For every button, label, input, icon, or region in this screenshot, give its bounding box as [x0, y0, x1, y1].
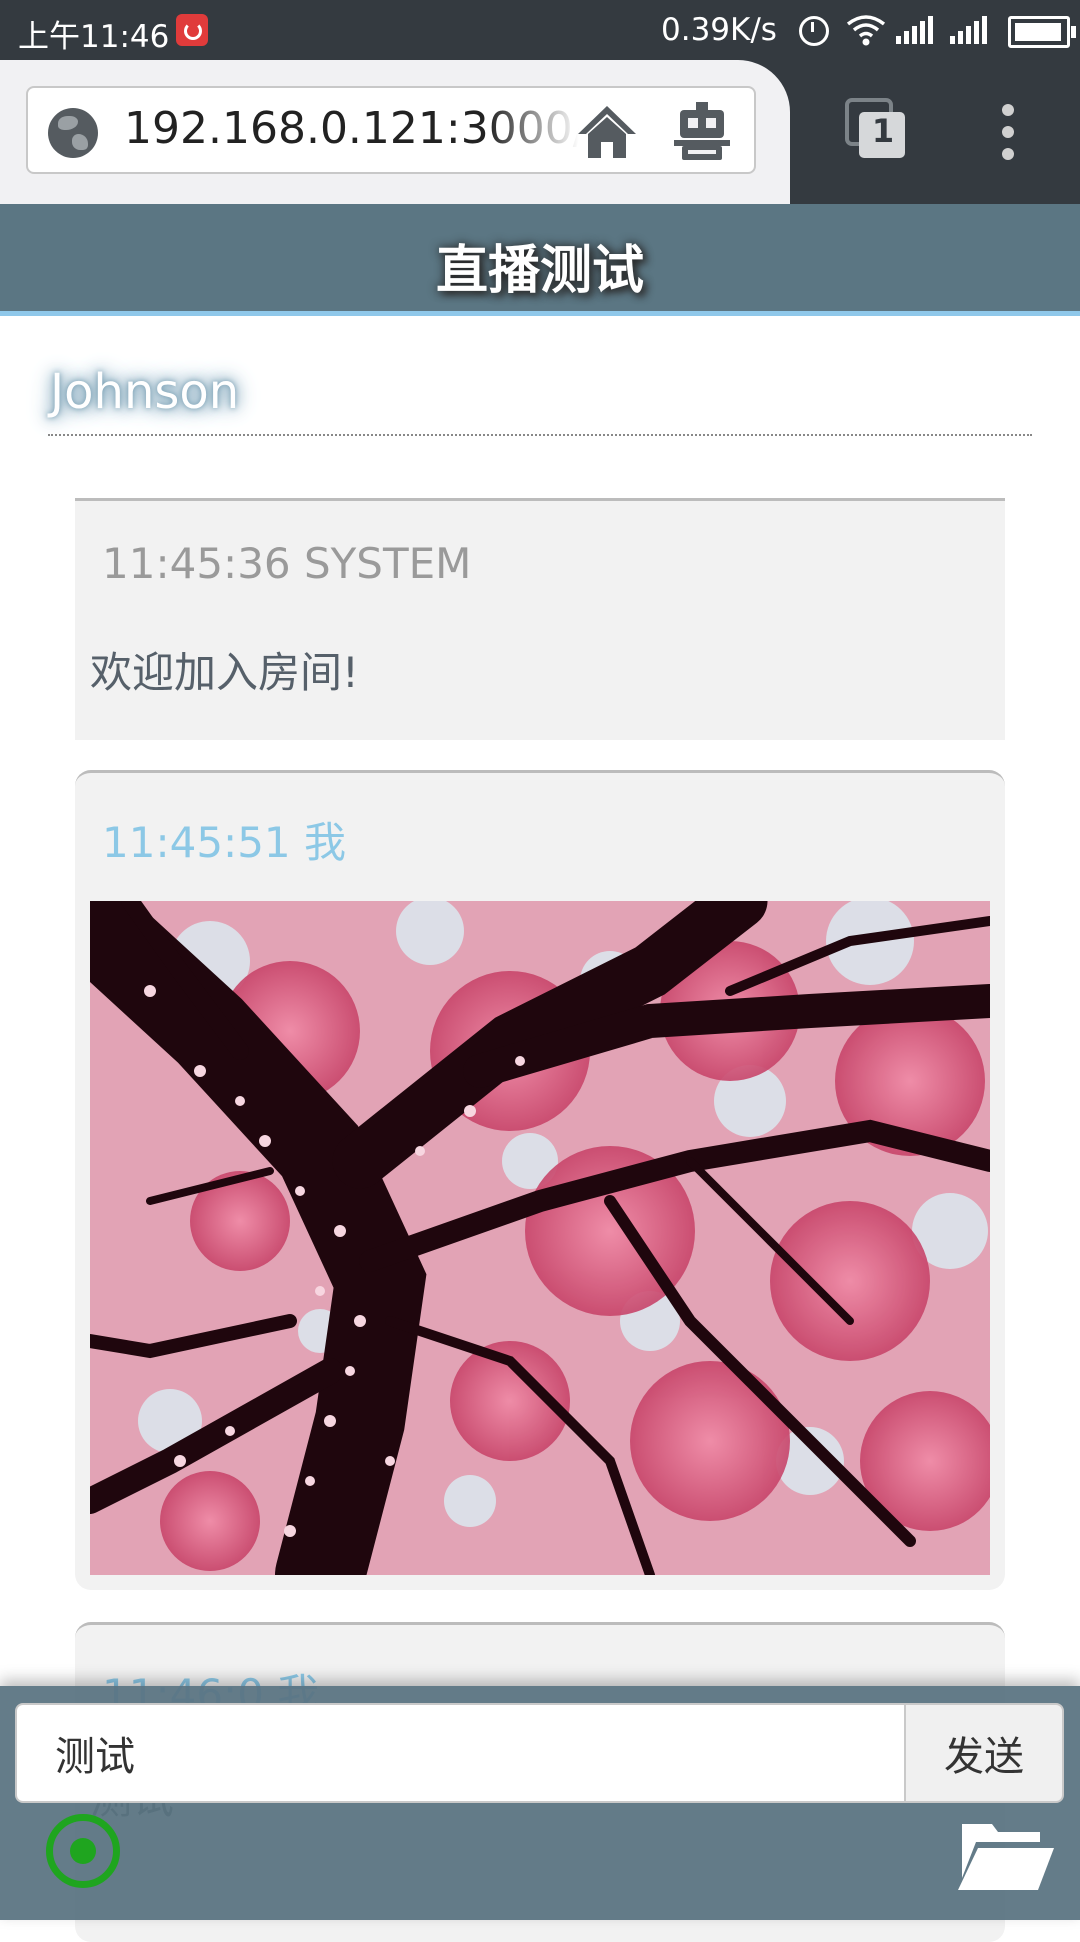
chat-input-bar: 发送 — [0, 1686, 1080, 1920]
record-icon[interactable] — [46, 1814, 120, 1888]
status-time: 上午11:46 — [18, 19, 170, 55]
battery-icon — [1008, 16, 1076, 48]
message-meta: 11:45:51 我 — [102, 818, 346, 867]
page-header: 直播测试 — [0, 204, 1080, 316]
netease-music-icon — [176, 14, 208, 46]
signal-icon — [896, 14, 938, 44]
alarm-icon — [799, 16, 829, 46]
message-meta: 11:45:36 SYSTEM — [102, 539, 472, 588]
message-input[interactable] — [15, 1703, 905, 1803]
status-bar: 上午11:46 0.39K/s — [0, 0, 1080, 60]
globe-icon[interactable] — [48, 108, 98, 158]
browser-toolbar: 192.168.0.121:3000/chat 1 — [0, 60, 1080, 204]
divider — [48, 434, 1032, 436]
tab-count[interactable]: 1 — [868, 112, 898, 150]
wifi-icon — [846, 15, 886, 46]
extension-icon[interactable] — [674, 102, 730, 160]
network-speed: 0.39K/s — [661, 12, 777, 48]
home-icon[interactable] — [576, 102, 638, 162]
browser-tab: 192.168.0.121:3000/chat — [0, 60, 790, 204]
username: Johnson — [50, 364, 240, 420]
cherry-blossom-image[interactable] — [90, 901, 990, 1575]
page-title: 直播测试 — [435, 241, 644, 301]
send-button[interactable]: 发送 — [904, 1703, 1064, 1803]
message-text: 欢迎加入房间! — [90, 648, 359, 697]
message-image: 11:45:51 我 — [75, 770, 1005, 1590]
message-system: 11:45:36 SYSTEM 欢迎加入房间! — [75, 498, 1005, 740]
address-bar[interactable]: 192.168.0.121:3000/chat — [26, 86, 756, 174]
folder-icon[interactable] — [956, 1816, 1056, 1892]
menu-icon[interactable] — [998, 104, 1018, 160]
url-text[interactable]: 192.168.0.121:3000/chat — [124, 103, 579, 159]
signal-icon-2 — [950, 14, 992, 44]
